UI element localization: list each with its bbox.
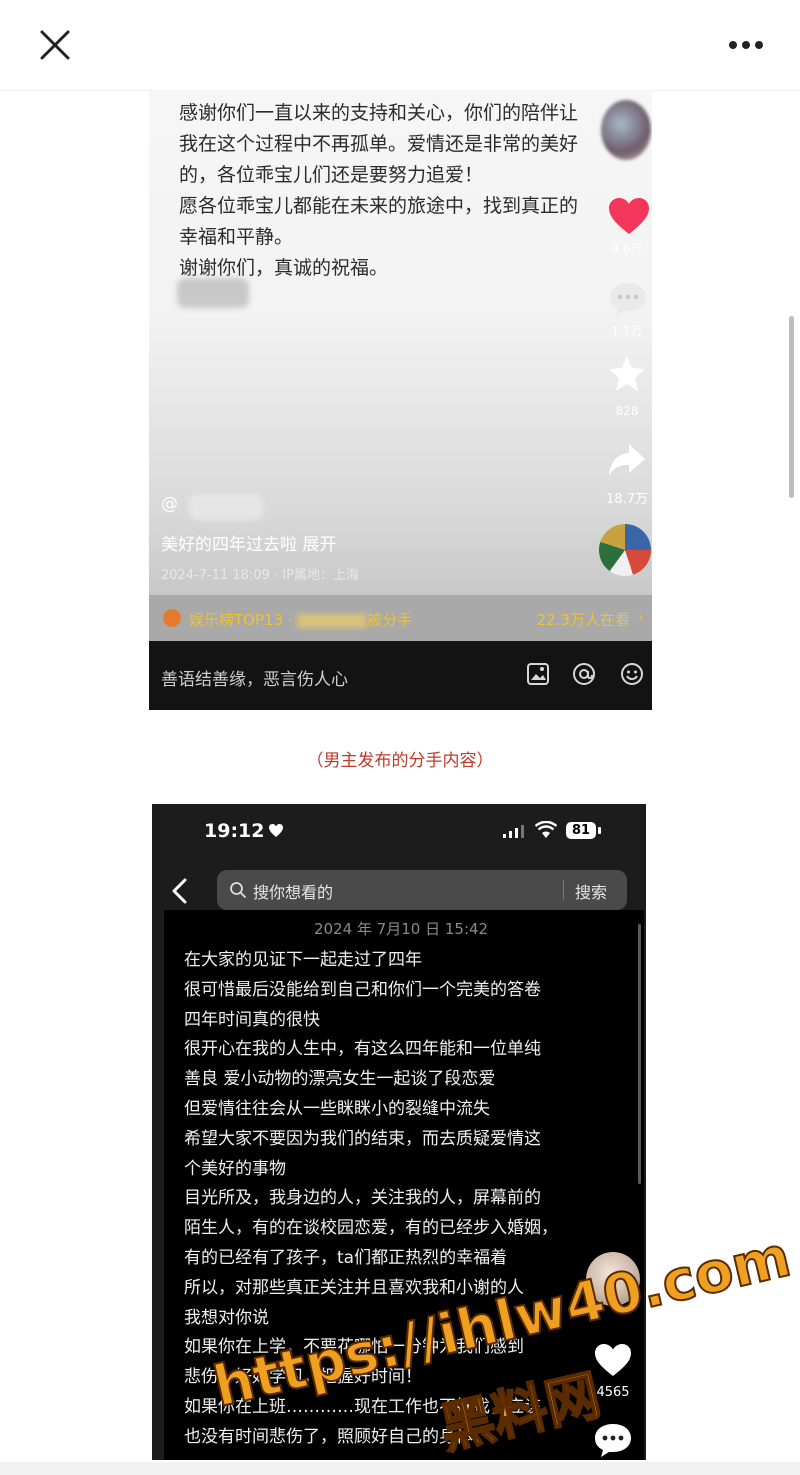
video-text-overlay: 感谢你们一直以来的支持和关心，你们的陪伴让 我在这个过程中不再孤单。爱情还是非常… [179, 102, 579, 279]
search-button[interactable]: 搜索 [575, 879, 607, 903]
rank-bar[interactable]: 娱乐榜TOP13 · 被分手 22.3万人在看 › [149, 595, 652, 641]
note-scrollbar[interactable] [638, 924, 641, 1184]
image-icon[interactable] [525, 661, 551, 687]
status-time: 19:12 [204, 820, 265, 842]
favorite-star-icon[interactable] [607, 354, 647, 394]
favorite-count: 828 [615, 404, 639, 418]
note-date: 2024 年 7月10 日 15:42 [314, 920, 489, 938]
author-avatar[interactable] [601, 100, 651, 160]
like-heart-icon[interactable] [607, 196, 651, 236]
author-handle[interactable]: @ [161, 494, 178, 514]
emoji-icon[interactable] [619, 661, 645, 687]
music-disc[interactable] [599, 524, 651, 576]
rank-suffix: 被分手 [367, 611, 413, 629]
comment-input-bar[interactable]: 善语结善缘，恶言伤人心 [149, 641, 652, 710]
share-count: 18.7万 [606, 492, 648, 507]
search-input[interactable]: 搜你想看的 [253, 879, 333, 903]
blurred-signature [177, 278, 249, 308]
image-caption: （男主发布的分手内容） [306, 751, 494, 771]
viewers-count: 22.3万人在看 [536, 611, 630, 629]
rank-blurred-name [297, 613, 368, 628]
share-icon[interactable] [607, 442, 647, 478]
bottom-edge [0, 1462, 800, 1475]
comment-icon[interactable] [607, 280, 649, 318]
battery-cap [598, 827, 601, 834]
author-prefix: @ [161, 494, 178, 514]
rank-prefix: 娱乐榜TOP13 · [189, 611, 298, 629]
like-count: 4.6万 [611, 242, 643, 256]
more-icon[interactable] [728, 40, 764, 50]
hot-icon [163, 609, 181, 627]
search-bar[interactable]: 搜你想看的 搜索 [217, 870, 627, 910]
search-divider [563, 880, 564, 900]
comment-input-placeholder[interactable]: 善语结善缘，恶言伤人心 [161, 665, 348, 690]
heart-icon [269, 824, 283, 837]
chevron-right-icon: › [637, 607, 644, 626]
mention-icon[interactable] [571, 661, 597, 687]
page-scrollbar[interactable] [789, 316, 794, 498]
top-bar [0, 0, 800, 91]
close-icon[interactable] [38, 28, 72, 62]
signal-icon [503, 825, 524, 838]
back-arrow-icon[interactable] [170, 878, 188, 904]
rank-label: 娱乐榜TOP13 · 被分手 [189, 609, 412, 630]
like-heart-icon[interactable] [593, 1342, 633, 1378]
video-screenshot: 感谢你们一直以来的支持和关心，你们的陪伴让 我在这个过程中不再孤单。爱情还是非常… [149, 90, 652, 710]
video-caption[interactable]: 美好的四年过去啦 展开 [161, 530, 336, 555]
video-meta: 2024-7-11 18:09 · IP属地：上海 [161, 568, 359, 583]
battery-indicator: 81 [566, 822, 596, 839]
wifi-icon [535, 821, 557, 838]
blurred-author-name [189, 494, 263, 520]
search-icon [230, 882, 246, 898]
comment-count: 1.1万 [611, 324, 643, 338]
